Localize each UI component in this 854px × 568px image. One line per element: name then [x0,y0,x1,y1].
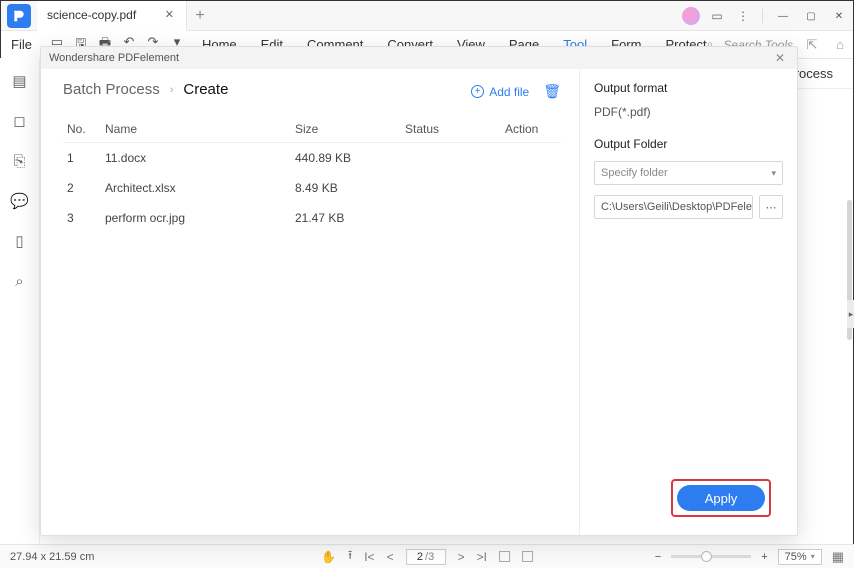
chevron-down-icon: ▾ [771,168,776,179]
cell-status [401,143,501,174]
cell-size: 8.49 KB [291,173,401,203]
files-table: No. Name Size Status Action 111.docx440.… [63,116,561,233]
breadcrumb-root[interactable]: Batch Process [63,81,160,98]
page-number-input[interactable]: 2 /3 [406,549,446,565]
output-path-field[interactable]: C:\Users\Geili\Desktop\PDFelement\Cr [594,195,753,219]
file-actions: + Add file 🗑 [471,83,561,100]
fit-grid-icon[interactable]: ▦ [832,549,844,565]
tab-label: science-copy.pdf [47,8,136,22]
bookmarks-icon[interactable]: ◻ [11,112,29,130]
status-bar: 27.94 x 21.59 cm ✋ ⭱ I< < 2 /3 > >I − + … [0,544,854,568]
expand-panel-icon[interactable]: ▸ [847,300,854,328]
side-rail: ▤ ◻ ⎘ 💬 ▯ ⌕ [0,58,40,544]
dialog-title: Wondershare PDFelement [49,52,179,64]
close-window-button[interactable]: ✕ [829,6,849,26]
add-file-label: Add file [489,85,529,99]
document-tab[interactable]: science-copy.pdf ✕ [37,1,187,31]
delete-icon[interactable]: 🗑 [543,83,561,100]
col-size: Size [291,116,401,143]
cell-action [501,143,561,174]
zoom-controls: − + 75%▾ ▦ [655,549,844,565]
account-avatar-icon[interactable] [682,7,700,25]
app-logo [7,4,31,28]
search-panel-icon[interactable]: ⌕ [11,272,29,290]
home-icon[interactable]: ⌂ [831,36,849,54]
table-row[interactable]: 3perform ocr.jpg21.47 KB [63,203,561,233]
zoom-in-icon[interactable]: + [761,551,767,563]
two-page-icon[interactable] [522,551,533,562]
cell-status [401,203,501,233]
cell-status [401,173,501,203]
last-page-icon[interactable]: >I [477,550,487,564]
plus-circle-icon: + [471,85,484,98]
apply-button[interactable]: Apply [677,485,765,511]
bookmark-ribbon-icon[interactable]: ⎘ [11,152,29,170]
dialog-titlebar: Wondershare PDFelement ✕ [41,47,797,69]
thumbnails-icon[interactable]: ▤ [11,72,29,90]
minimize-button[interactable]: — [773,6,793,26]
add-file-button[interactable]: + Add file [471,85,529,99]
cell-no: 3 [63,203,101,233]
title-bar: science-copy.pdf ✕ + ▭ ⋮ — ▢ ✕ [1,1,853,31]
page-controls: ✋ ⭱ I< < 2 /3 > >I [321,546,533,567]
maximize-button[interactable]: ▢ [801,6,821,26]
cell-size: 21.47 KB [291,203,401,233]
file-list-panel: Batch Process › Create No. Name Size Sta… [41,69,579,535]
output-settings-panel: Output format PDF(*.pdf) Output Folder S… [579,69,797,535]
output-folder-placeholder: Specify folder [601,167,668,179]
cell-name: perform ocr.jpg [101,203,291,233]
table-row[interactable]: 111.docx440.89 KB [63,143,561,174]
cell-name: Architect.xlsx [101,173,291,203]
zoom-out-icon[interactable]: − [655,551,661,563]
new-tab-button[interactable]: + [187,7,213,25]
hand-tool-icon[interactable]: ✋ [321,550,336,564]
window-controls: ▭ ⋮ — ▢ ✕ [682,1,849,31]
cell-action [501,203,561,233]
output-format-label: Output format [594,81,783,95]
notification-icon[interactable]: ▭ [708,9,726,23]
chevron-right-icon: › [170,84,174,96]
attachments-icon[interactable]: ▯ [11,232,29,250]
cell-no: 2 [63,173,101,203]
col-action: Action [501,116,561,143]
next-page-icon[interactable]: > [458,550,465,564]
close-tab-icon[interactable]: ✕ [159,8,180,21]
zoom-slider[interactable] [671,555,751,558]
first-page-icon[interactable]: I< [364,550,374,564]
apply-highlight: Apply [671,479,771,517]
cell-size: 440.89 KB [291,143,401,174]
col-status: Status [401,116,501,143]
prev-page-icon[interactable]: < [387,550,394,564]
output-folder-label: Output Folder [594,137,783,151]
dialog-close-icon[interactable]: ✕ [771,51,789,65]
comments-icon[interactable]: 💬 [11,192,29,210]
cell-no: 1 [63,143,101,174]
single-page-icon[interactable] [499,551,510,562]
browse-folder-button[interactable]: ⋯ [759,195,783,219]
table-row[interactable]: 2Architect.xlsx8.49 KB [63,173,561,203]
zoom-select[interactable]: 75%▾ [778,549,822,565]
output-format-value: PDF(*.pdf) [594,105,783,119]
output-folder-select[interactable]: Specify folder ▾ [594,161,783,185]
batch-process-dialog: Wondershare PDFelement ✕ + Add file 🗑 Ba… [40,46,798,536]
breadcrumb-current: Create [183,81,228,98]
cell-action [501,173,561,203]
select-tool-icon[interactable]: ⭱ [348,546,352,567]
cell-name: 11.docx [101,143,291,174]
col-name: Name [101,116,291,143]
share-icon[interactable]: ⇱ [803,36,821,54]
kebab-menu-icon[interactable]: ⋮ [734,9,752,23]
col-no: No. [63,116,101,143]
page-dimensions: 27.94 x 21.59 cm [10,551,94,563]
file-menu[interactable]: File [1,37,42,52]
pdfelement-logo-icon [12,9,26,23]
